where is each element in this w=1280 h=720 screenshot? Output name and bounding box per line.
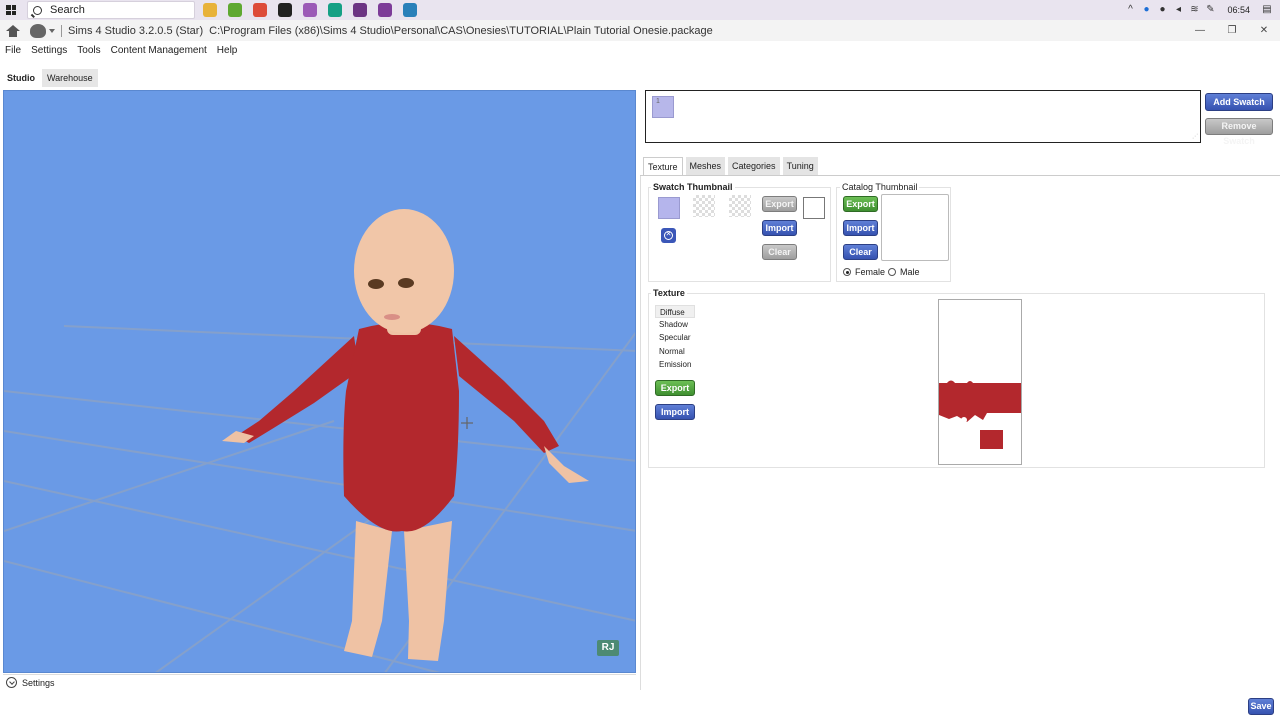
app-titlebar: Sims 4 Studio 3.2.0.5 (Star) C:\Program … <box>0 20 1280 41</box>
texture-export-button[interactable]: Export <box>655 380 695 396</box>
male-label: Male <box>900 267 920 277</box>
add-swatch-button[interactable]: Add Swatch <box>1205 93 1273 111</box>
unity-icon[interactable] <box>278 3 292 17</box>
taskbar-search-placeholder: Search <box>50 4 85 16</box>
folder-icon[interactable] <box>228 3 242 17</box>
swatch-chip[interactable]: 1 <box>652 96 674 118</box>
windows-icon <box>6 5 16 15</box>
menu-file[interactable]: File <box>5 45 21 56</box>
app-violet-icon[interactable] <box>353 3 367 17</box>
network-icon[interactable]: ≋ <box>1189 5 1199 15</box>
main-tabs: Studio Warehouse <box>2 69 98 87</box>
editor-tabs: Texture Meshes Categories Tuning <box>643 157 818 176</box>
sims-studio-logo[interactable] <box>30 23 46 38</box>
tab-categories[interactable]: Categories <box>728 157 780 176</box>
radio-selected-icon[interactable] <box>843 268 851 276</box>
rj-watermark: RJ <box>597 640 619 656</box>
viewport-scene <box>4 209 635 672</box>
minimize-button[interactable]: — <box>1184 20 1216 41</box>
catalog-thumbnail-frame[interactable] <box>881 194 949 261</box>
resize-grip-icon: ⋰ <box>1192 134 1198 140</box>
tab-meshes[interactable]: Meshes <box>685 157 726 176</box>
swatch-thumbnail-color[interactable] <box>658 197 680 219</box>
baby-model <box>222 209 589 661</box>
texture-title: Texture <box>651 288 687 298</box>
texture-list: Diffuse Shadow Specular Normal Emission <box>655 305 695 371</box>
catalog-import-button[interactable]: Import <box>843 220 878 236</box>
menu-tools[interactable]: Tools <box>77 45 100 56</box>
female-label: Female <box>855 267 886 277</box>
app-purple-icon[interactable] <box>303 3 317 17</box>
radio-unselected-icon[interactable] <box>888 268 896 276</box>
clock[interactable]: 06:54 <box>1227 5 1250 15</box>
home-icon[interactable] <box>6 24 20 37</box>
texture-map-image <box>939 380 1021 449</box>
bluetooth-icon[interactable]: ● <box>1141 5 1151 15</box>
viewport-settings-label[interactable]: Settings <box>22 678 55 688</box>
swatch-clear-button[interactable]: Clear <box>762 244 797 260</box>
title-separator <box>61 24 62 37</box>
notification-icon[interactable]: ▤ <box>1262 5 1272 15</box>
texture-preview[interactable] <box>938 299 1022 465</box>
menu-help[interactable]: Help <box>217 45 238 56</box>
chevron-up-icon[interactable]: ^ <box>1125 5 1135 15</box>
texture-item-normal[interactable]: Normal <box>655 345 695 358</box>
swatch-thumbnail-preview[interactable] <box>693 195 715 217</box>
swatch-export-button[interactable]: Export <box>762 196 797 212</box>
close-button[interactable]: ✕ <box>1248 20 1280 41</box>
file-manager-icon[interactable] <box>203 3 217 17</box>
swatch-chip-label: 1 <box>656 98 660 105</box>
menu-bar: File Settings Tools Content Management H… <box>0 41 1280 59</box>
pen-icon[interactable]: ✎ <box>1205 5 1215 15</box>
search-icon <box>33 5 42 15</box>
save-button[interactable]: Save <box>1248 698 1274 715</box>
os-taskbar: Search ^ ● ● ◂ ≋ ✎ 06:54 ▤ <box>0 0 1280 20</box>
swatch-import-button[interactable]: Import <box>762 220 797 236</box>
swatch-white-box[interactable] <box>803 197 825 219</box>
tab-tuning[interactable]: Tuning <box>782 157 818 176</box>
tab-warehouse[interactable]: Warehouse <box>42 69 98 87</box>
file-path: C:\Program Files (x86)\Sims 4 Studio\Per… <box>209 24 713 37</box>
system-tray: ^ ● ● ◂ ≋ ✎ 06:54 ▤ <box>1125 0 1280 20</box>
volume-icon[interactable]: ◂ <box>1173 5 1183 15</box>
chrome-icon[interactable] <box>253 3 267 17</box>
swatch-thumbnail-preview-2[interactable] <box>729 195 751 217</box>
app-blue-icon[interactable] <box>403 3 417 17</box>
remove-color-icon[interactable]: ✕ <box>661 228 676 243</box>
restore-button[interactable]: ❐ <box>1216 20 1248 41</box>
female-radio[interactable]: Female <box>843 267 885 277</box>
expand-chevron-icon[interactable] <box>6 677 17 688</box>
swatch-thumbnail-title: Swatch Thumbnail <box>651 182 735 192</box>
catalog-clear-button[interactable]: Clear <box>843 244 878 260</box>
microphone-icon[interactable]: ● <box>1157 5 1167 15</box>
catalog-thumbnail-title: Catalog Thumbnail <box>840 182 920 192</box>
taskbar-search[interactable]: Search <box>27 1 195 19</box>
start-button[interactable] <box>0 0 22 20</box>
move-cursor-icon <box>461 417 473 429</box>
taskbar-apps <box>203 3 417 17</box>
3d-viewport[interactable]: RJ <box>3 90 636 673</box>
tab-texture[interactable]: Texture <box>643 157 683 176</box>
app-magenta-icon[interactable] <box>378 3 392 17</box>
viewport-settings-bar[interactable]: Settings <box>3 674 636 690</box>
tab-studio[interactable]: Studio <box>2 69 40 87</box>
texture-item-specular[interactable]: Specular <box>655 331 695 344</box>
texture-item-emission[interactable]: Emission <box>655 358 695 371</box>
remove-swatch-button[interactable]: Remove Swatch <box>1205 118 1273 146</box>
menu-content-management[interactable]: Content Management <box>111 45 207 56</box>
texture-item-diffuse[interactable]: Diffuse <box>655 305 695 319</box>
chevron-down-icon[interactable] <box>49 28 55 33</box>
texture-item-shadow[interactable]: Shadow <box>655 318 695 331</box>
menu-settings[interactable]: Settings <box>31 45 67 56</box>
male-radio[interactable]: Male <box>888 267 920 277</box>
swatch-list[interactable]: 1 ⋰ <box>645 90 1201 143</box>
catalog-export-button[interactable]: Export <box>843 196 878 212</box>
app-green-icon[interactable] <box>328 3 342 17</box>
app-title: Sims 4 Studio 3.2.0.5 (Star) <box>68 24 204 37</box>
texture-import-button[interactable]: Import <box>655 404 695 420</box>
